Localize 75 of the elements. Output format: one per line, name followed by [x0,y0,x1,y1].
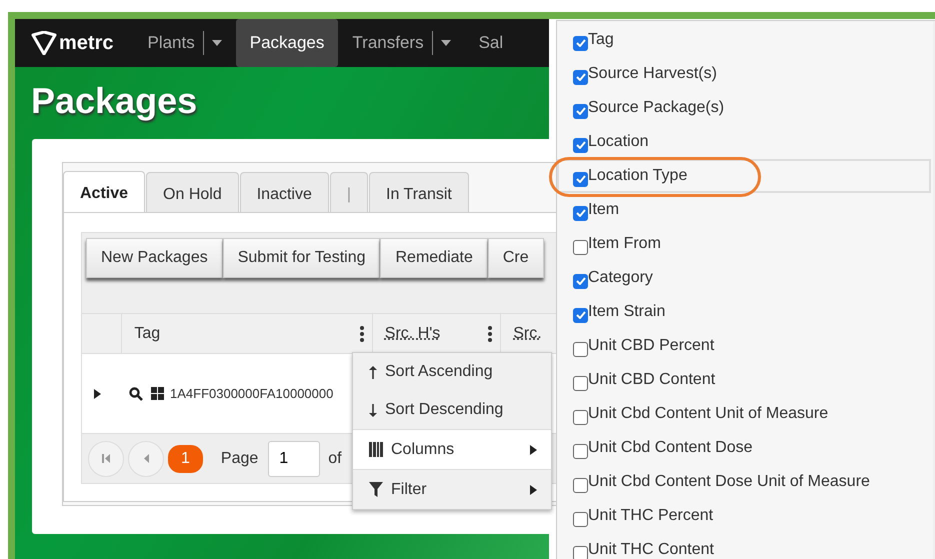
checkbox[interactable] [573,36,588,50]
page-input[interactable]: 1 [268,440,320,476]
page-title: Packages [30,79,198,123]
checkbox[interactable] [573,172,588,186]
checkbox[interactable] [573,274,588,288]
submenu-arrow-icon [530,444,537,454]
checkmark-icon [576,209,586,217]
checkbox[interactable] [573,342,588,356]
column-option[interactable]: Source Package(s) [557,91,931,125]
tab[interactable]: Inactive [240,172,329,212]
page-of-label: of [328,448,342,468]
menu-item[interactable]: Sort Descending [353,391,551,429]
checkbox[interactable] [573,70,588,84]
sort-descending-icon [369,404,377,416]
checkbox[interactable] [573,444,588,458]
column-option[interactable]: Item [557,193,931,227]
tab-separator: | [330,172,368,212]
first-page-icon [102,454,110,463]
column-option[interactable]: Category [557,261,931,295]
column-option[interactable]: Unit Cbd Content Unit of Measure [557,397,931,431]
checkbox[interactable] [573,308,588,322]
columns-icon [369,442,383,457]
checkmark-icon [576,73,586,81]
menu-item[interactable]: Sort Ascending [353,353,551,391]
search-icon [129,386,143,400]
menu-item[interactable]: Columns [353,429,551,469]
column-option[interactable]: Item Strain [557,295,931,329]
checkmark-icon [576,311,586,319]
column-option[interactable]: Unit THC Content [557,533,931,559]
nav-item[interactable]: Packages [236,19,338,67]
toolbar-button[interactable]: New Packages [86,238,223,278]
checkmark-icon [576,277,586,285]
tab[interactable]: On Hold [146,172,239,212]
column-option[interactable]: Unit THC Percent [557,499,931,533]
tab[interactable]: In Transit [369,172,469,212]
expand-arrow-icon[interactable] [94,388,101,398]
nav-item[interactable]: Transfers [338,19,465,67]
checkbox[interactable] [573,546,588,559]
column-option[interactable]: Item From [557,227,931,261]
toolbar-button[interactable]: Cre [488,238,544,278]
column-option[interactable]: Tag [557,23,931,57]
column-option[interactable]: Source Harvest(s) [557,57,931,91]
checkmark-icon [576,107,586,115]
previous-page-icon [144,454,148,463]
page-label: Page [220,448,258,468]
toolbar-button[interactable]: Submit for Testing [222,238,380,278]
checkbox[interactable] [573,206,588,220]
checkmark-icon [576,141,586,149]
sort-ascending-icon [369,366,377,378]
toolbar-button[interactable]: Remediate [380,238,488,278]
grid-icon [151,387,164,400]
first-page-button[interactable] [88,440,124,476]
checkbox[interactable] [573,138,588,152]
checkbox[interactable] [573,240,588,254]
checkbox[interactable] [573,104,588,118]
checkmark-icon [576,175,586,183]
checkmark-icon [576,39,586,47]
checkbox[interactable] [573,478,588,492]
column-option[interactable]: Location [557,125,931,159]
column-option[interactable]: Unit CBD Percent [557,329,931,363]
checkbox[interactable] [573,512,588,526]
nav-item[interactable]: Plants [133,19,236,67]
checkbox[interactable] [573,376,588,390]
submenu-arrow-icon [530,484,537,494]
column-option[interactable]: Unit Cbd Content Dose Unit of Measure [557,465,931,499]
metrc-logo[interactable]: metrc [31,19,114,67]
nav-item[interactable]: Sal [464,19,518,67]
menu-item[interactable]: Filter [353,469,551,509]
tag-cell-text: 1A4FF0300000FA10000000 [170,384,334,403]
shield-logo-icon [31,31,57,55]
filter-icon [369,482,383,497]
tab[interactable]: Active [63,171,146,212]
checkbox[interactable] [573,410,588,424]
column-option[interactable]: Unit Cbd Content Dose [557,431,931,465]
column-option[interactable]: Unit CBD Content [557,363,931,397]
